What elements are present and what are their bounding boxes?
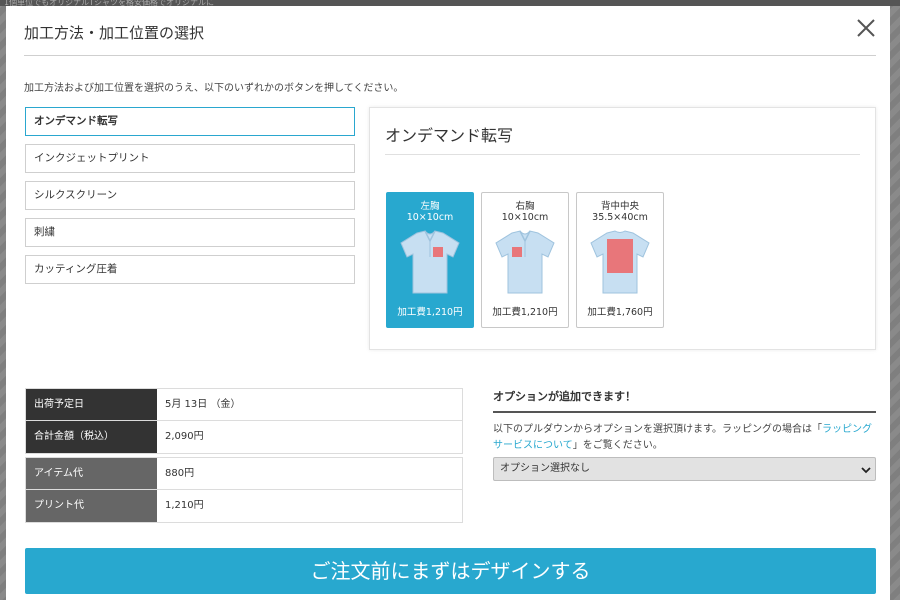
position-size: 10×10cm (406, 212, 454, 223)
close-icon (857, 19, 875, 37)
position-name: 左胸 (420, 201, 440, 212)
item-cost-label: アイテム代 (26, 458, 157, 489)
method-inkjet-print[interactable]: インクジェットプリント (25, 144, 355, 173)
option-section: オプションが追加できます！ 以下のプルダウンからオプションを選択頂けます。ラッピ… (493, 388, 876, 481)
position-left-chest[interactable]: 左胸 10×10cm 加工費1,210円 (386, 192, 474, 328)
shirt-back-icon (590, 230, 650, 294)
option-desc-before: 以下のプルダウンからオプションを選択頂けます。ラッピングの場合は「 (493, 424, 822, 435)
method-silkscreen[interactable]: シルクスクリーン (25, 181, 355, 210)
table-row: アイテム代 880円 (25, 457, 463, 490)
position-fee: 加工費1,760円 (587, 307, 653, 318)
total-value: 2,090円 (165, 431, 204, 442)
position-fee: 加工費1,210円 (397, 307, 463, 318)
position-size: 10×10cm (501, 212, 549, 223)
position-name: 背中中央 (600, 201, 639, 212)
position-back-center[interactable]: 背中中央 35.5×40cm 加工費1,760円 (576, 192, 664, 328)
print-cost-value: 1,210円 (165, 500, 204, 511)
position-right-chest[interactable]: 右胸 10×10cm 加工費1,210円 (481, 192, 569, 328)
order-summary-table: 出荷予定日 5月 13日 （金） 合計金額（税込） 2,090円 アイテム代 8… (25, 388, 463, 523)
modal-title: 加工方法・加工位置の選択 (24, 24, 205, 42)
table-row: プリント代 1,210円 (25, 490, 463, 523)
item-cost-value: 880円 (165, 468, 195, 479)
position-name: 右胸 (515, 201, 535, 212)
preview-panel: オンデマンド転写 左胸 10×10cm 加工費1,210円 右胸 10×10cm… (369, 107, 876, 350)
instruction-text: 加工方法および加工位置を選択のうえ、以下のいずれかのボタンを押してください。 (24, 83, 404, 94)
position-size: 35.5×40cm (592, 212, 648, 223)
shirt-front-icon (400, 230, 460, 294)
ship-date-label: 出荷予定日 (26, 389, 157, 420)
option-description: 以下のプルダウンからオプションを選択頂けます。ラッピングの場合は「ラッピングサー… (493, 422, 876, 454)
table-row: 出荷予定日 5月 13日 （金） (25, 388, 463, 421)
design-first-button[interactable]: ご注文前にまずはデザインする (25, 548, 876, 594)
method-cutting-press[interactable]: カッティング圧着 (25, 255, 355, 284)
shirt-front-icon (495, 230, 555, 294)
position-fee: 加工費1,210円 (492, 307, 558, 318)
method-list: オンデマンド転写 インクジェットプリント シルクスクリーン 刺繍 カッティング圧… (25, 107, 355, 292)
ship-date-value: 5月 13日 （金） (165, 399, 241, 410)
close-button[interactable] (854, 16, 878, 40)
method-embroidery[interactable]: 刺繍 (25, 218, 355, 247)
processing-modal: 加工方法・加工位置の選択 加工方法および加工位置を選択のうえ、以下のいずれかのボ… (6, 6, 890, 600)
option-title: オプションが追加できます！ (493, 388, 876, 413)
table-row: 合計金額（税込） 2,090円 (25, 421, 463, 454)
chevron-down-icon (861, 467, 871, 474)
print-cost-label: プリント代 (26, 490, 157, 522)
option-desc-after: 」をご覧ください。 (572, 440, 663, 451)
total-label: 合計金額（税込） (26, 421, 157, 453)
preview-divider (385, 154, 860, 155)
method-on-demand-transfer[interactable]: オンデマンド転写 (25, 107, 355, 136)
option-select[interactable]: オプション選択なし (493, 457, 876, 481)
title-divider (24, 55, 876, 56)
option-select-value: オプション選択なし (500, 463, 590, 474)
preview-title: オンデマンド転写 (385, 126, 514, 145)
